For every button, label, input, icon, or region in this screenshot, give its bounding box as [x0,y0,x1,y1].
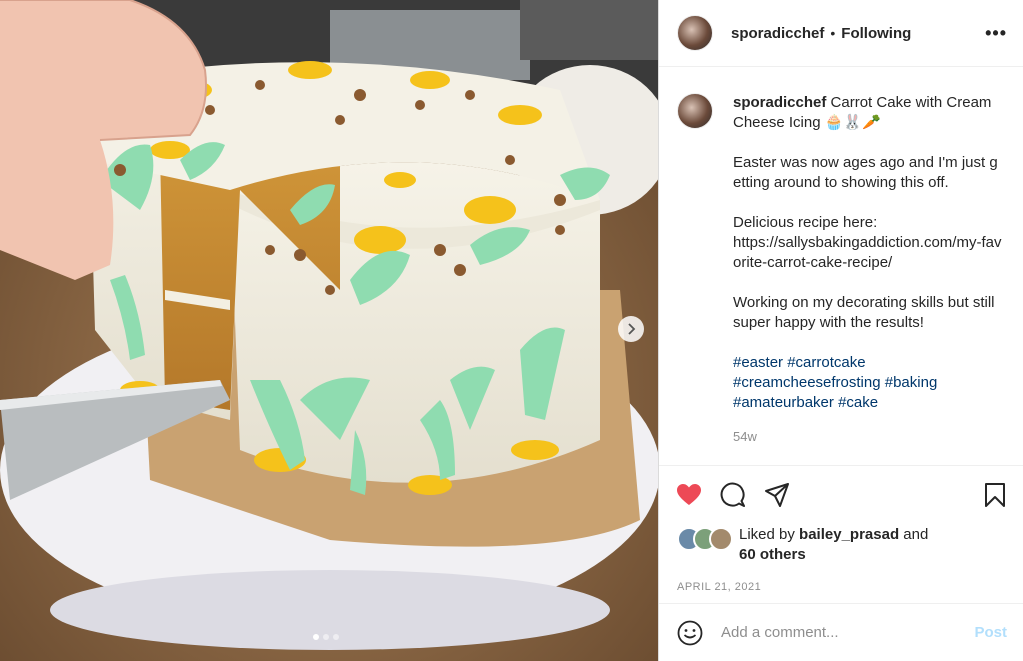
likes-summary: Liked by bailey_prasad and 60 others [659,523,1023,575]
hashtag-link[interactable]: #creamcheesefrosting [733,374,881,391]
carousel-dot [323,634,329,640]
hashtag-link[interactable]: #amateurbaker [733,394,834,411]
comment-button[interactable] [719,481,747,509]
liked-by-prefix: Liked by [739,526,795,543]
caption-username[interactable]: sporadicchef [733,94,826,111]
like-button[interactable] [675,481,703,509]
save-button[interactable] [981,481,1009,509]
hashtag-link[interactable]: #baking [885,374,938,391]
next-image-button[interactable] [618,316,644,342]
instagram-post: sporadicchef • Following ••• sporadicche… [0,0,1023,661]
liked-by-others[interactable]: 60 others [739,546,806,563]
following-button[interactable]: Following [841,25,911,42]
comment-input[interactable] [719,623,975,642]
share-button[interactable] [763,481,791,509]
separator-dot: • [830,25,836,41]
caption-paragraph-3: Working on my decorating skills but stil… [733,294,999,331]
caption-body: sporadicchef Carrot Cake with Cream Chee… [733,93,1005,465]
heart-filled-icon [677,483,701,505]
liked-by-user[interactable]: bailey_prasad [799,526,899,543]
hashtag-list: #easter #carrotcake #creamcheesefrosting… [733,353,1005,413]
carrot-cake-photo [0,0,658,661]
chevron-right-icon [628,323,636,335]
post-comment-button[interactable]: Post [974,624,1007,641]
bookmark-icon [985,482,1005,507]
comment-bubble-icon [720,482,745,507]
post-date[interactable]: APRIL 21, 2021 [659,575,1023,603]
post-header: sporadicchef • Following ••• [659,0,1023,67]
liked-by-connector: and [903,526,929,543]
hashtag-link[interactable]: #easter [733,354,783,371]
comment-box: Post [659,603,1023,661]
smiley-icon[interactable] [677,620,703,646]
post-caption: sporadicchef Carrot Cake with Cream Chee… [659,67,1023,465]
post-image[interactable] [0,0,658,661]
liker-avatar[interactable] [709,527,733,551]
more-options-icon[interactable]: ••• [985,23,1007,44]
hashtag-link[interactable]: #cake [838,394,878,411]
liker-avatars [677,527,733,551]
hashtag-link[interactable]: #carrotcake [787,354,865,371]
action-bar [659,465,1023,523]
post-sidebar: sporadicchef • Following ••• sporadicche… [658,0,1023,661]
caption-avatar[interactable] [677,93,713,129]
carousel-indicator [313,634,339,640]
paper-plane-icon [765,482,789,507]
post-age[interactable]: 54w [733,427,1005,447]
caption-paragraph-2: Delicious recipe here: https://sallysbak… [733,214,1002,271]
carousel-dot-active [313,634,319,640]
avatar[interactable] [677,15,713,51]
caption-paragraph-1: Easter was now ages ago and I'm just get… [733,154,998,191]
liked-by-text: Liked by bailey_prasad and 60 others [739,525,928,565]
carousel-dot [333,634,339,640]
header-username[interactable]: sporadicchef [731,25,824,42]
